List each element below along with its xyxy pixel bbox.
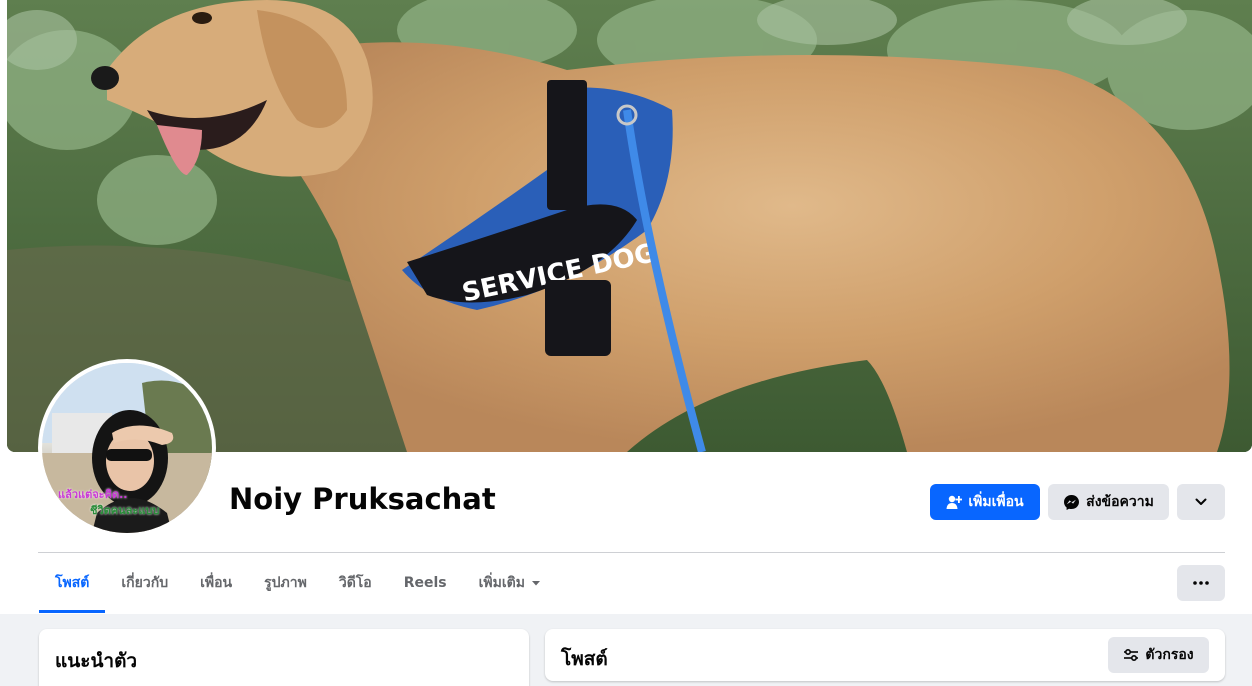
tab-videos-label: วิดีโอ [338,575,372,591]
add-friend-label: เพิ่มเพื่อน [968,494,1024,510]
tab-friends[interactable]: เพื่อน [184,553,248,613]
tab-about[interactable]: เกี่ยวกับ [105,553,184,613]
posts-card-title: โพสต์ [561,648,608,670]
tab-more-label: เพิ่มเติม [478,575,525,591]
messenger-icon [1064,494,1080,510]
caret-down-icon [531,581,540,586]
filter-sliders-icon [1124,648,1139,662]
cover-photo[interactable]: SERVICE DOG [7,0,1252,452]
message-button[interactable]: ส่งข้อความ [1048,484,1169,520]
tab-photos-label: รูปภาพ [264,575,307,591]
profile-tabs: โพสต์ เกี่ยวกับ เพื่อน รูปภาพ วิดีโอ Ree… [39,553,557,613]
tab-reels-label: Reels [403,575,447,591]
intro-card: แนะนำตัว [39,629,529,686]
filter-button[interactable]: ตัวกรอง [1108,637,1209,673]
avatar-image: แล้วแต่จะคิด.. ชีวิตคนละแบบ [42,363,212,533]
tab-more[interactable]: เพิ่มเติม [463,553,557,613]
posts-header-card: โพสต์ ตัวกรอง [545,629,1225,681]
intro-card-title: แนะนำตัว [55,650,138,672]
tab-about-label: เกี่ยวกับ [121,575,169,591]
avatar-caption-bottom: ชีวิตคนละแบบ [90,504,160,517]
message-label: ส่งข้อความ [1086,494,1154,510]
tab-reels[interactable]: Reels [388,553,463,613]
tab-videos[interactable]: วิดีโอ [323,553,388,613]
tab-posts[interactable]: โพสต์ [39,553,106,613]
add-friend-icon [946,495,963,509]
tab-friends-label: เพื่อน [200,575,233,591]
tab-posts-label: โพสต์ [55,575,90,591]
filter-label: ตัวกรอง [1145,647,1194,663]
tab-photos[interactable]: รูปภาพ [248,553,323,613]
profile-avatar[interactable]: แล้วแต่จะคิด.. ชีวิตคนละแบบ [38,359,216,537]
profile-name: Noiy Pruksachat [229,482,496,516]
cover-photo-image: SERVICE DOG [7,0,1252,452]
chevron-down-icon [1195,498,1207,505]
add-friend-button[interactable]: เพิ่มเพื่อน [930,484,1040,520]
more-actions-button[interactable] [1177,484,1225,520]
tabs-more-options-button[interactable] [1177,565,1225,601]
ellipsis-icon [1193,581,1209,585]
